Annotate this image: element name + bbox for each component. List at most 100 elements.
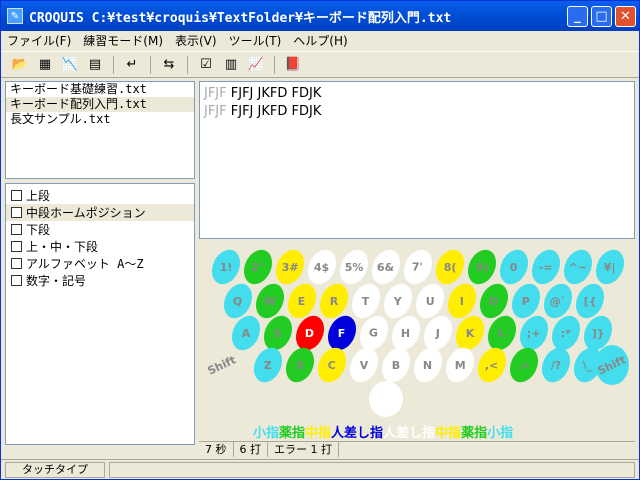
key-label: U	[425, 294, 435, 308]
menu-item-3[interactable]: ツール(T)	[223, 32, 288, 49]
legend-item: 人差し指	[331, 426, 384, 441]
file-item[interactable]: 長文サンプル.txt	[6, 112, 194, 127]
key-0-5: 6&	[366, 245, 406, 289]
key-3-8: .>	[504, 343, 544, 387]
key-label: D	[305, 326, 315, 340]
key-label: Shift	[205, 352, 239, 378]
key-0-7: 8(	[430, 245, 470, 289]
grid-icon[interactable]: ▦	[34, 54, 56, 76]
checkbox[interactable]	[11, 275, 22, 286]
table-icon[interactable]: ▥	[220, 54, 242, 76]
checkbox[interactable]	[11, 190, 22, 201]
title-bar[interactable]: ✎ CROQUIS C:¥test¥croquis¥TextFolder¥キーボ…	[1, 1, 639, 31]
status-bar: タッチタイプ	[1, 459, 639, 479]
key-label: J	[435, 326, 441, 340]
menu-item-0[interactable]: ファイル(F)	[1, 32, 77, 49]
finger-legend: 小指薬指中指人差し指人差し指中指薬指小指	[253, 422, 513, 441]
maximize-button[interactable]: □	[591, 6, 612, 27]
graph-icon[interactable]: 📈	[245, 54, 267, 76]
lesson-item[interactable]: 上段	[6, 187, 194, 204]
toolbar-separator	[113, 55, 114, 74]
checklist-icon[interactable]: ☑	[195, 54, 217, 76]
text-line: JFJF FJFJ JKFD FDJK	[204, 85, 630, 103]
lesson-label: 数字・記号	[26, 274, 87, 288]
time-stat: 7 秒	[199, 442, 234, 457]
key-label: W	[263, 294, 277, 308]
minimize-button[interactable]: _	[567, 6, 588, 27]
file-item[interactable]: キーボード配列入門.txt	[6, 97, 194, 112]
key-3-5: N	[408, 343, 448, 387]
key-label: \_	[583, 358, 593, 372]
window-title: CROQUIS C:¥test¥croquis¥TextFolder¥キーボード…	[29, 10, 452, 26]
key-0-3: 4$	[302, 245, 342, 289]
left-shift-key: Shift	[205, 345, 239, 385]
enter-icon[interactable]: ↵	[121, 54, 143, 76]
menu-item-1[interactable]: 練習モード(M)	[77, 32, 169, 49]
key-label: N	[423, 358, 433, 372]
lesson-item[interactable]: 中段ホームポジション	[6, 204, 194, 221]
key-label: 9)	[475, 260, 489, 274]
key-0-0: 1!	[206, 245, 246, 289]
text-line: JFJF FJFJ JKFD FDJK	[204, 103, 630, 121]
lesson-item[interactable]: 数字・記号	[6, 272, 194, 289]
key-label: 4$	[314, 260, 330, 274]
checkbox[interactable]	[11, 224, 22, 235]
key-label: Q	[233, 294, 243, 308]
key-label: ^~	[568, 260, 588, 274]
key-label: [{	[583, 294, 597, 308]
legend-item: 中指	[435, 426, 462, 441]
right-shift-key: Shift	[595, 345, 629, 385]
stats-bar: 7 秒 6 打 エラー 1 打	[199, 441, 635, 457]
menu-bar: ファイル(F) 練習モード(M) 表示(V) ツール(T) ヘルプ(H)	[1, 31, 639, 50]
menu-item-4[interactable]: ヘルプ(H)	[287, 32, 353, 49]
close-button[interactable]: ✕	[615, 6, 636, 27]
open-folder-icon[interactable]: 📂	[9, 54, 31, 76]
key-label: V	[359, 358, 369, 372]
key-label: M	[454, 358, 466, 372]
menu-item-2[interactable]: 表示(V)	[169, 32, 223, 49]
checkbox[interactable]	[11, 258, 22, 269]
key-label: O	[489, 294, 499, 308]
key-label: 8(	[443, 260, 457, 274]
key-label: S	[274, 326, 282, 340]
key-0-2: 3#	[270, 245, 310, 289]
key-label: R	[329, 294, 339, 308]
toolbar: 📂 ▦ 📉 ▤ ↵ ⇆ ☑ ▥ 📈 📕	[1, 51, 639, 78]
keyboard-icon[interactable]: ▤	[84, 54, 106, 76]
key-3-9: /?	[536, 343, 576, 387]
key-label: H	[401, 326, 411, 340]
key-label: X	[295, 358, 305, 372]
lesson-label: アルファベット A～Z	[26, 257, 144, 271]
checkbox[interactable]	[11, 207, 22, 218]
checkbox[interactable]	[11, 241, 22, 252]
key-0-9: 0	[494, 245, 534, 289]
lesson-label: 下段	[26, 223, 51, 237]
key-label: I	[459, 294, 465, 308]
legend-item: 小指	[487, 426, 514, 441]
lesson-list[interactable]: 上段中段ホームポジション 下段 上・中・下段アルファベット A～Z 数字・記号	[5, 183, 195, 445]
key-3-7: ,<	[472, 343, 512, 387]
remaining-text: FJFJ JKFD FDJK	[226, 104, 322, 119]
book-icon[interactable]: 📕	[282, 54, 304, 76]
keyboard-diagram: 1! 2" 3# 4$ 5% 6& 7' 8(9) 0 -= ^~ ¥| Q W E R T Y U I O P @` [{A…	[199, 241, 635, 441]
key-label: 7'	[412, 260, 424, 274]
lesson-item[interactable]: 上・中・下段	[6, 238, 194, 255]
strokes-stat: 6 打	[234, 442, 268, 457]
lesson-item[interactable]: アルファベット A～Z	[6, 255, 194, 272]
lesson-label: 上段	[26, 189, 51, 203]
key-0-10: -=	[526, 245, 566, 289]
key-label: Z	[264, 358, 272, 372]
typed-text: JFJF	[204, 86, 227, 101]
key-label: L	[498, 326, 506, 340]
file-list[interactable]: キーボード基礎練習.txt キーボード配列入門.txt 長文サンプル.txt	[5, 81, 195, 179]
file-item[interactable]: キーボード基礎練習.txt	[6, 82, 194, 97]
app-window: ✎ CROQUIS C:¥test¥croquis¥TextFolder¥キーボ…	[0, 0, 640, 480]
lesson-label: 中段ホームポジション	[26, 206, 146, 220]
key-label: :*	[560, 326, 572, 340]
chart-icon[interactable]: 📉	[59, 54, 81, 76]
key-label: 6&	[377, 260, 395, 274]
lesson-item[interactable]: 下段	[6, 221, 194, 238]
toolbar-separator	[187, 55, 188, 74]
key-0-12: ¥|	[590, 245, 630, 289]
replace-icon[interactable]: ⇆	[158, 54, 180, 76]
